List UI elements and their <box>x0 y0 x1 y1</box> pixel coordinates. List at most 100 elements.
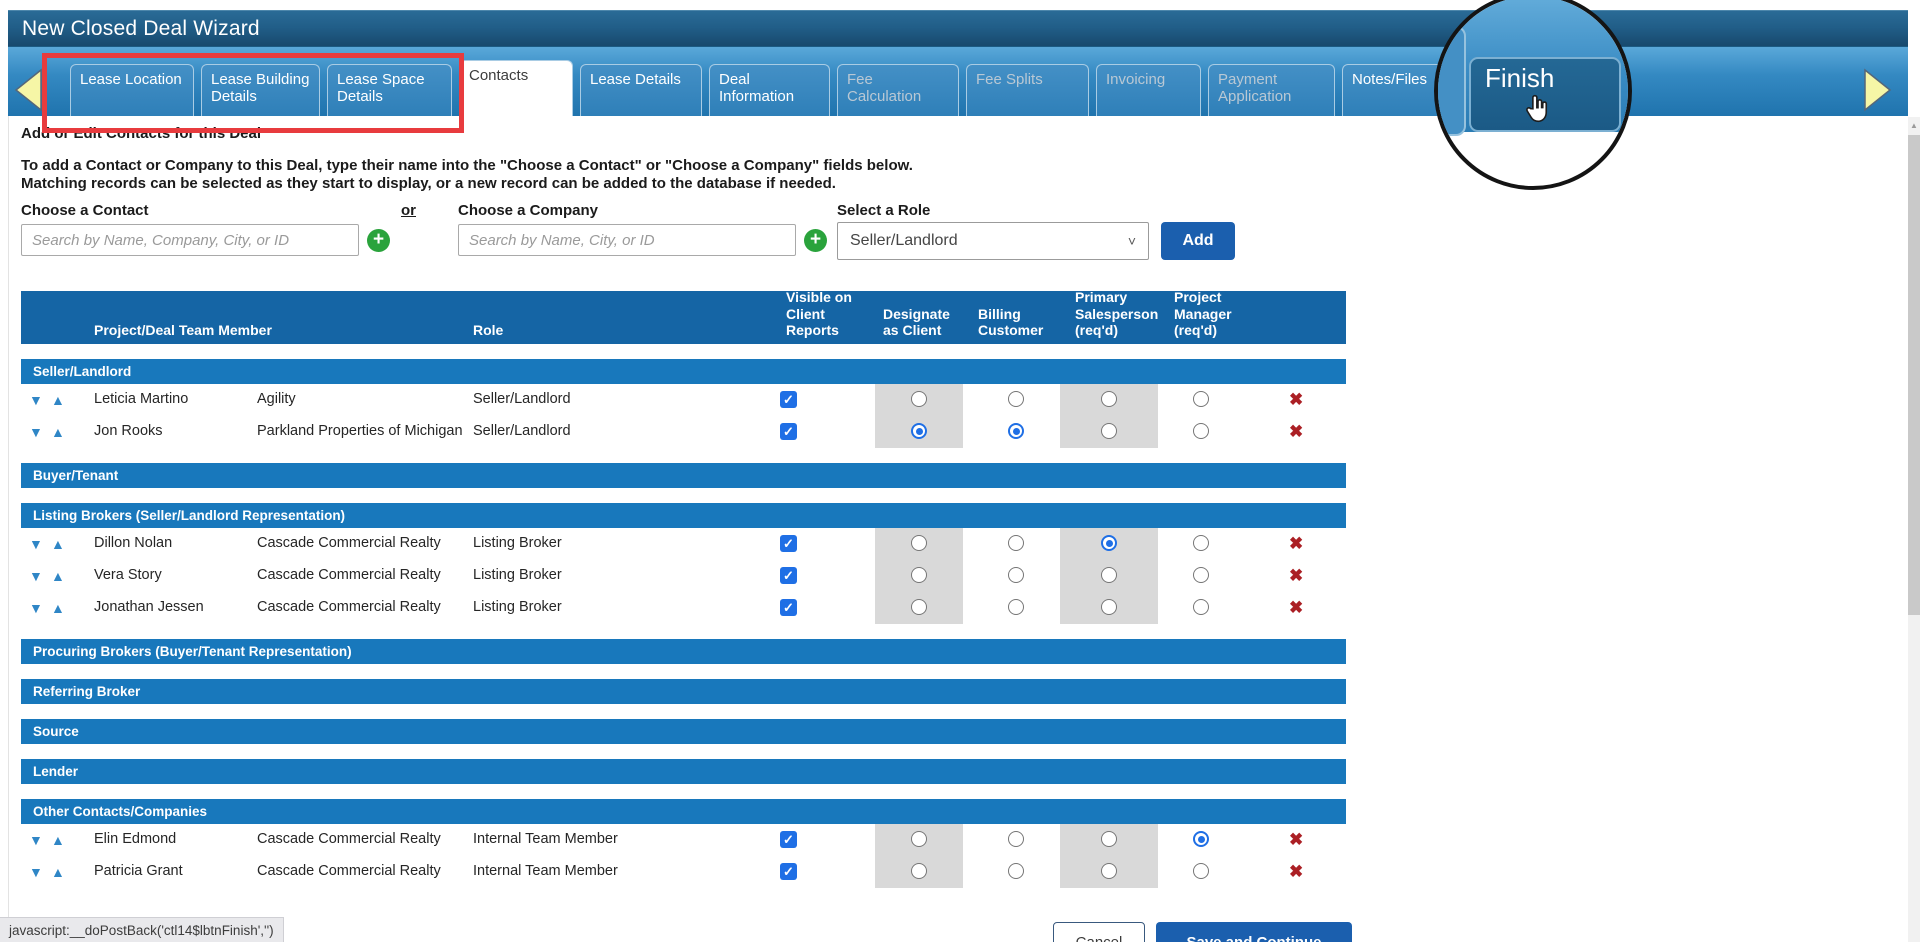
contact-role: Internal Team Member <box>473 831 618 847</box>
choose-company-label: Choose a Company <box>458 202 598 219</box>
delete-row-icon[interactable]: ✖ <box>1289 598 1303 618</box>
scrollbar-up-arrow-icon[interactable]: ▲ <box>1908 117 1920 134</box>
add-company-plus-icon[interactable]: + <box>804 229 827 252</box>
move-up-icon[interactable]: ▲ <box>51 833 65 847</box>
delete-row-icon[interactable]: ✖ <box>1289 534 1303 554</box>
primary-salesperson-radio[interactable] <box>1101 599 1117 615</box>
delete-row-icon[interactable]: ✖ <box>1289 422 1303 442</box>
move-down-icon[interactable]: ▼ <box>29 393 43 407</box>
section-title: Lender <box>33 764 78 779</box>
visible-on-client-reports-checkbox[interactable]: ✓ <box>780 423 797 440</box>
project-manager-radio[interactable] <box>1193 423 1209 439</box>
project-manager-radio[interactable] <box>1193 863 1209 879</box>
move-down-icon[interactable]: ▼ <box>29 833 43 847</box>
save-and-continue-button[interactable]: Save and Continue <box>1156 922 1352 942</box>
vertical-scrollbar[interactable]: ▲ <box>1908 117 1920 942</box>
billing-customer-radio[interactable] <box>1008 391 1024 407</box>
tab-payment-application: Payment Application <box>1208 64 1335 117</box>
table-row-dillon-nolan: ▼▲Dillon NolanCascade Commercial RealtyL… <box>21 528 1346 560</box>
move-down-icon[interactable]: ▼ <box>29 425 43 439</box>
project-manager-radio[interactable] <box>1193 567 1209 583</box>
tab-finish-magnified[interactable]: Finish <box>1469 57 1621 132</box>
section-title: Buyer/Tenant <box>33 468 118 483</box>
contact-company: Agility <box>257 391 296 407</box>
cancel-button[interactable]: Cancel <box>1053 922 1145 942</box>
move-up-icon[interactable]: ▲ <box>51 865 65 879</box>
new-closed-deal-wizard-window: New Closed Deal Wizard Lease LocationLea… <box>0 0 1920 942</box>
primary-salesperson-radio[interactable] <box>1101 567 1117 583</box>
delete-row-icon[interactable]: ✖ <box>1289 566 1303 586</box>
company-search-input[interactable] <box>458 224 796 256</box>
tab-scroll-left-arrow[interactable] <box>12 67 44 113</box>
designate-as-client-radio[interactable] <box>911 599 927 615</box>
tab-label: Lease Details <box>590 71 681 88</box>
billing-customer-radio[interactable] <box>1008 567 1024 583</box>
billing-customer-radio[interactable] <box>1008 831 1024 847</box>
designate-as-client-radio[interactable] <box>911 535 927 551</box>
visible-on-client-reports-checkbox[interactable]: ✓ <box>780 863 797 880</box>
visible-on-client-reports-checkbox[interactable]: ✓ <box>780 831 797 848</box>
visible-on-client-reports-checkbox[interactable]: ✓ <box>780 567 797 584</box>
left-triangle-icon <box>12 67 44 113</box>
tab-deal-information[interactable]: Deal Information <box>709 64 830 117</box>
visible-on-client-reports-checkbox[interactable]: ✓ <box>780 599 797 616</box>
add-contact-plus-icon[interactable]: + <box>367 229 390 252</box>
project-manager-radio[interactable] <box>1193 599 1209 615</box>
move-down-icon[interactable]: ▼ <box>29 601 43 615</box>
role-select[interactable]: Seller/Landlord ˅ <box>837 222 1149 260</box>
tab-fee-calculation: Fee Calculation <box>837 64 959 117</box>
delete-row-icon[interactable]: ✖ <box>1289 862 1303 882</box>
primary-salesperson-radio[interactable] <box>1101 535 1117 551</box>
contact-search-input[interactable] <box>21 224 359 256</box>
tab-label: Invoicing <box>1106 71 1165 88</box>
tab-invoicing: Invoicing <box>1096 64 1201 117</box>
move-up-icon[interactable]: ▲ <box>51 601 65 615</box>
project-manager-radio[interactable] <box>1193 831 1209 847</box>
section-bar-lender: Lender <box>21 759 1346 784</box>
designate-as-client-radio[interactable] <box>911 391 927 407</box>
tab-label: Fee Splits <box>976 71 1043 88</box>
tab-lease-space-details[interactable]: Lease Space Details <box>327 64 452 117</box>
primary-salesperson-radio[interactable] <box>1101 423 1117 439</box>
header-visible-on-client-reports: Visible on Client Reports <box>786 289 852 339</box>
visible-on-client-reports-checkbox[interactable]: ✓ <box>780 535 797 552</box>
move-down-icon[interactable]: ▼ <box>29 569 43 583</box>
delete-row-icon[interactable]: ✖ <box>1289 830 1303 850</box>
billing-customer-radio[interactable] <box>1008 863 1024 879</box>
section-rows: ▼▲Elin EdmondCascade Commercial RealtyIn… <box>21 824 1346 888</box>
project-manager-radio[interactable] <box>1193 391 1209 407</box>
designate-as-client-radio[interactable] <box>911 423 927 439</box>
scrollbar-thumb[interactable] <box>1908 135 1920 615</box>
billing-customer-radio[interactable] <box>1008 535 1024 551</box>
contacts-table: Project/Deal Team Member Role Visible on… <box>21 291 1346 888</box>
move-down-icon[interactable]: ▼ <box>29 865 43 879</box>
billing-customer-radio[interactable] <box>1008 423 1024 439</box>
section-bar-buyer-tenant: Buyer/Tenant <box>21 463 1346 488</box>
designate-as-client-radio[interactable] <box>911 567 927 583</box>
visible-on-client-reports-checkbox[interactable]: ✓ <box>780 391 797 408</box>
section-bar-other-contacts-companies: Other Contacts/Companies <box>21 799 1346 824</box>
primary-salesperson-radio[interactable] <box>1101 391 1117 407</box>
designate-as-client-radio[interactable] <box>911 831 927 847</box>
add-button[interactable]: Add <box>1161 222 1235 260</box>
tab-label: Fee Calculation <box>847 71 921 105</box>
primary-salesperson-radio[interactable] <box>1101 863 1117 879</box>
billing-customer-radio[interactable] <box>1008 599 1024 615</box>
tab-lease-building-details[interactable]: Lease Building Details <box>201 64 320 117</box>
table-header-row: Project/Deal Team Member Role Visible on… <box>21 291 1346 344</box>
move-down-icon[interactable]: ▼ <box>29 537 43 551</box>
move-up-icon[interactable]: ▲ <box>51 537 65 551</box>
move-up-icon[interactable]: ▲ <box>51 425 65 439</box>
table-row-leticia-martino: ▼▲Leticia MartinoAgilitySeller/Landlord✓… <box>21 384 1346 416</box>
tab-contacts[interactable]: Contacts <box>459 60 573 119</box>
move-up-icon[interactable]: ▲ <box>51 393 65 407</box>
primary-salesperson-radio[interactable] <box>1101 831 1117 847</box>
project-manager-radio[interactable] <box>1193 535 1209 551</box>
designate-as-client-radio[interactable] <box>911 863 927 879</box>
contact-role: Seller/Landlord <box>473 391 571 407</box>
move-up-icon[interactable]: ▲ <box>51 569 65 583</box>
delete-row-icon[interactable]: ✖ <box>1289 390 1303 410</box>
tab-lease-location[interactable]: Lease Location <box>70 64 194 117</box>
tab-lease-details[interactable]: Lease Details <box>580 64 702 117</box>
tab-scroll-right-arrow[interactable] <box>1862 67 1894 113</box>
